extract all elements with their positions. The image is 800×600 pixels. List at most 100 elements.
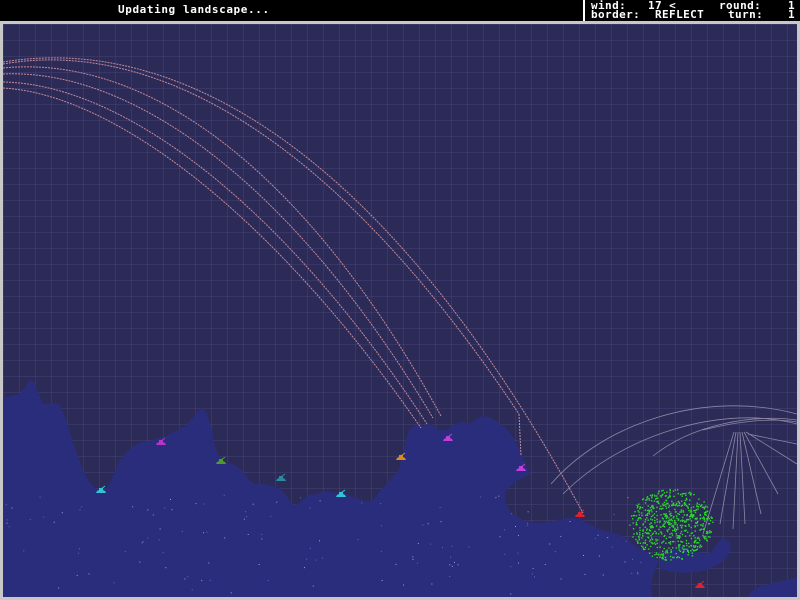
terrain-speck — [454, 561, 455, 563]
explosion-particle — [655, 532, 657, 535]
explosion-particle — [669, 490, 671, 492]
explosion-particle — [673, 556, 675, 559]
explosion-particle — [701, 506, 704, 509]
terrain-speck — [58, 587, 60, 589]
terrain-speck — [43, 516, 45, 518]
explosion-particle — [663, 520, 665, 522]
reflection-spoke-6 — [745, 431, 797, 465]
battlefield-scene[interactable] — [3, 24, 797, 597]
hud-divider — [583, 0, 585, 21]
terrain-speck — [598, 555, 600, 557]
explosion-particle — [657, 493, 659, 495]
explosion-particle — [668, 506, 670, 508]
terrain-speck — [79, 509, 81, 511]
explosion-particle — [688, 551, 690, 554]
terrain-speck — [184, 578, 186, 580]
explosion-particle — [669, 494, 671, 497]
explosion-particle — [643, 548, 645, 551]
explosion-particle — [656, 518, 658, 521]
explosion-particle — [653, 507, 655, 509]
terrain-speck — [578, 502, 580, 504]
explosion-particle — [662, 518, 664, 520]
explosion-particle — [696, 524, 699, 527]
terrain-speck — [602, 574, 604, 576]
explosion-particle — [642, 530, 644, 532]
explosion-particle — [678, 545, 680, 547]
explosion-particle — [695, 522, 697, 524]
explosion-particle — [691, 532, 694, 534]
terrain-speck — [534, 576, 535, 578]
explosion-particle — [657, 497, 659, 499]
terrain-speck — [208, 562, 210, 564]
border-label: border: — [591, 8, 641, 21]
explosion-particle — [683, 519, 685, 522]
explosion-particle — [657, 501, 659, 504]
explosion-particle — [648, 511, 650, 513]
explosion-particle — [703, 501, 705, 503]
terrain-speck — [584, 573, 586, 575]
explosion-particle — [705, 505, 707, 508]
explosion-particle — [678, 502, 681, 505]
explosion-particle — [662, 493, 664, 496]
explosion-particle — [646, 499, 648, 501]
explosion-particle — [680, 505, 683, 507]
explosion-particle — [705, 511, 707, 513]
terrain-speck — [159, 528, 161, 530]
terrain-speck — [412, 558, 414, 560]
explosion-particle — [655, 525, 658, 527]
explosion-particle — [668, 528, 670, 531]
playfield[interactable] — [3, 24, 797, 597]
explosion-particle — [641, 506, 644, 509]
explosion-particle — [651, 538, 654, 541]
explosion-particle — [685, 505, 688, 507]
explosion-particle — [663, 504, 666, 506]
terrain-speck — [153, 513, 155, 515]
terrain-speck — [11, 507, 13, 509]
terrain-speck — [451, 545, 453, 547]
explosion-particle — [654, 517, 656, 519]
explosion-particle — [665, 537, 668, 540]
explosion-particle — [697, 536, 699, 539]
explosion-particle — [682, 545, 684, 547]
reflection-spoke-3 — [739, 431, 746, 525]
explosion-particle — [672, 540, 674, 543]
explosion-particle — [709, 532, 711, 534]
explosion-particle — [669, 541, 672, 543]
terrain-speck — [532, 567, 534, 569]
explosion-particle — [669, 496, 671, 498]
explosion-particle — [663, 540, 665, 542]
explosion-particle — [651, 495, 653, 497]
explosion-particle — [676, 526, 679, 528]
explosion-particle — [658, 490, 660, 492]
explosion-particle — [683, 514, 686, 516]
explosion-particle — [638, 511, 640, 513]
explosion-particle — [678, 504, 680, 507]
terrain-speck — [203, 532, 204, 534]
explosion-particle — [674, 523, 676, 526]
explosion-particle — [686, 519, 688, 521]
explosion-particle — [661, 542, 663, 544]
explosion-particle — [651, 506, 653, 508]
explosion-particle — [649, 539, 652, 541]
explosion-particle — [644, 509, 647, 511]
explosion-particle — [646, 517, 648, 519]
explosion-particle — [690, 526, 692, 529]
explosion-particle — [664, 513, 666, 516]
terrain-speck — [380, 525, 382, 527]
explosion-particle — [660, 526, 662, 528]
terrain-speck — [319, 500, 321, 502]
explosion-particle — [689, 491, 691, 494]
explosion-particle — [700, 517, 702, 519]
explosion-particle — [660, 514, 662, 516]
terrain-speck — [187, 576, 189, 578]
explosion-particle — [657, 500, 659, 502]
terrain-speck — [80, 506, 82, 508]
explosion-particle — [685, 494, 687, 497]
explosion-particle — [644, 521, 646, 523]
reflection-spoke-8 — [747, 433, 797, 445]
terrain-speck — [412, 556, 414, 558]
terrain-speck — [315, 559, 317, 561]
terrain-speck — [632, 558, 633, 560]
explosion-particle — [654, 519, 656, 522]
explosion-particle — [692, 545, 695, 547]
